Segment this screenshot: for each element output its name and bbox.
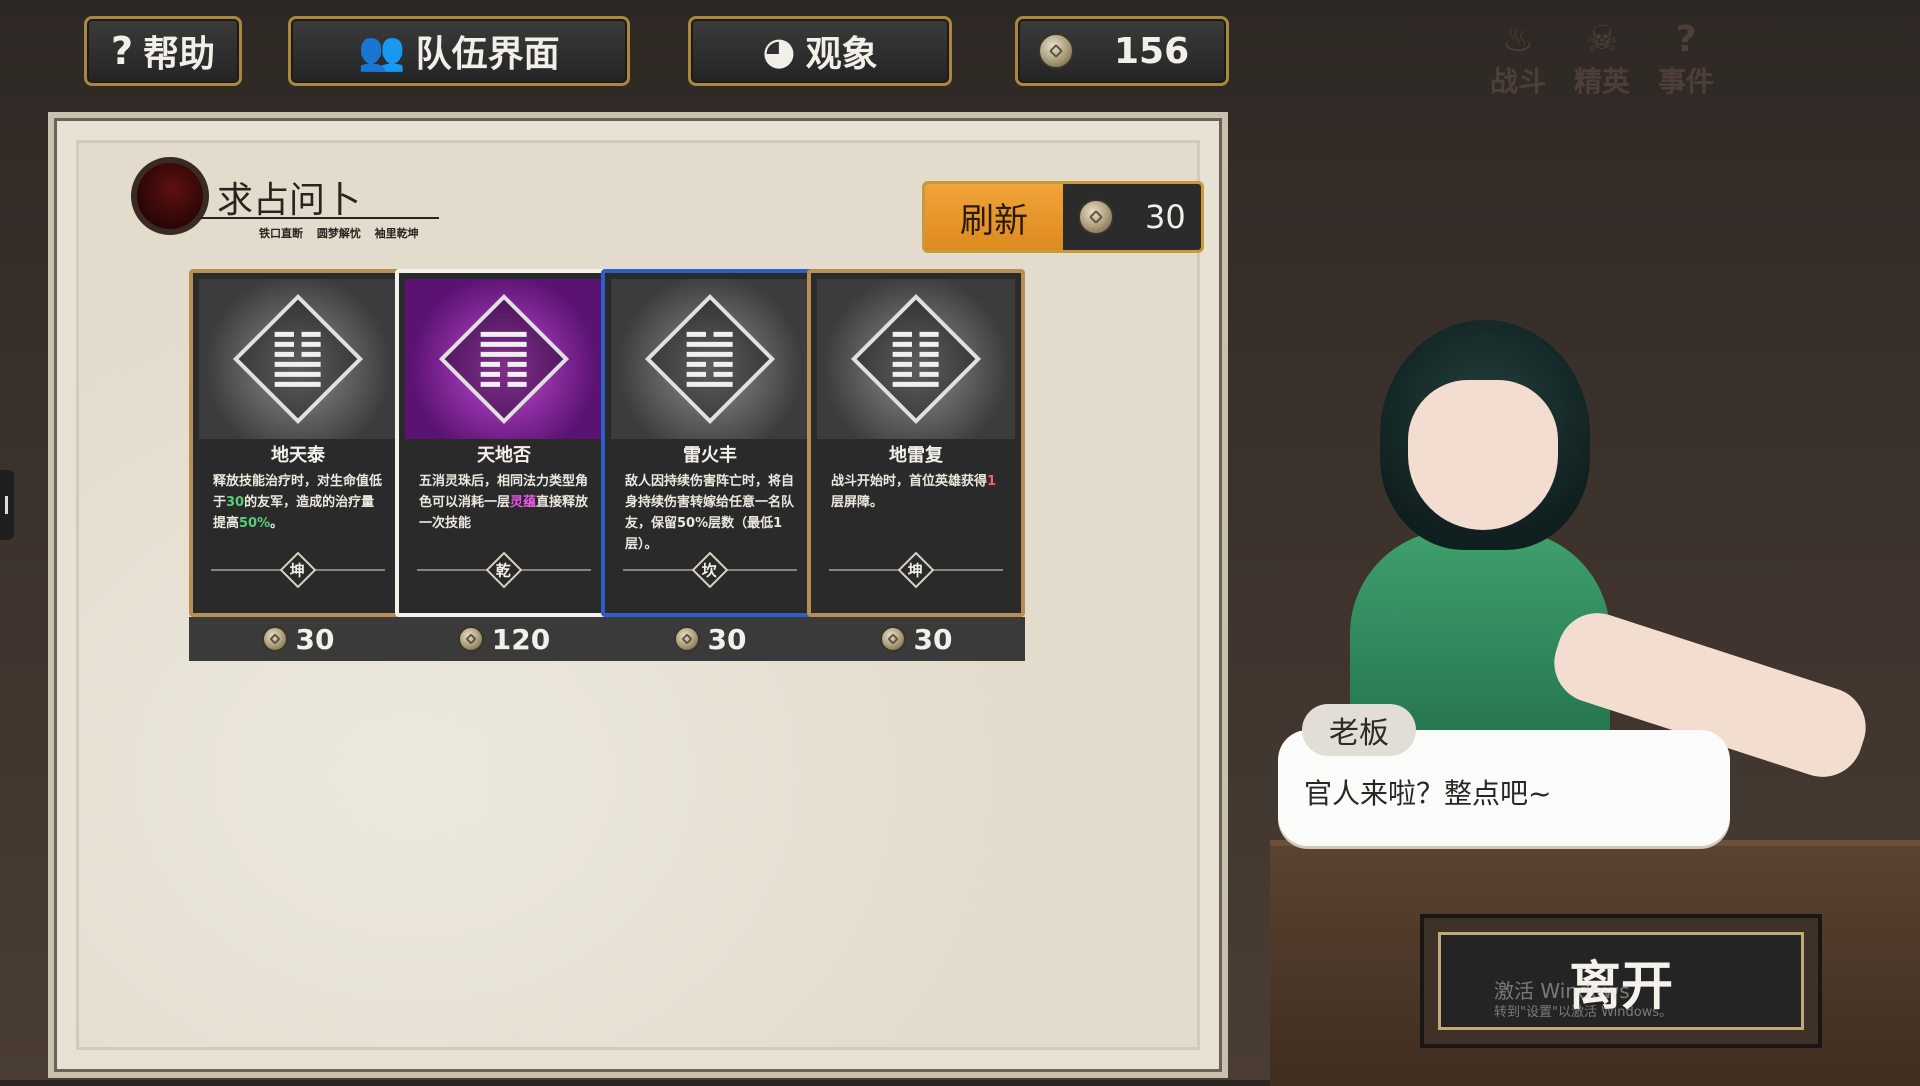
coin-icon [1038,33,1074,69]
card-price: 120 [395,617,613,661]
character-face [1408,380,1558,530]
windows-watermark: 激活 Windows 转到"设置"以激活 Windows。 [1494,979,1673,1020]
event-nav[interactable]: ? 事件 [1658,20,1714,100]
team-button[interactable]: 👥 队伍界面 [288,16,630,86]
speaker-name: 老板 [1302,704,1416,756]
card-description: 战斗开始时，首位英雄获得1层屏障。 [831,474,997,510]
hexagram-card[interactable]: 地天泰 释放技能治疗时，对生命值低于30的友军，造成的治疗量提高50%。 坤 3… [189,269,407,665]
currency-display: 156 [1015,16,1229,86]
card-frame: 地雷复 战斗开始时，首位英雄获得1层屏障。 坤 [807,269,1025,617]
card-description: 敌人因持续伤害阵亡时，将自身持续伤害转嫁给任意一名队友，保留50%层数（最低1层… [625,474,795,552]
divination-panel: 求占问卜 铁口直断 圆梦解忧 袖里乾坤 刷新 30 地天泰 释放技能治疗时，对生… [48,112,1228,1078]
card-art [817,279,1015,439]
card-frame: 天地否 五消灵珠后，相同法力类型角色可以消耗一层灵蕴直接释放一次技能 乾 [395,269,613,617]
card-description: 释放技能治疗时，对生命值低于30的友军，造成的治疗量提高50%。 [213,474,383,531]
hexagram-card[interactable]: 雷火丰 敌人因持续伤害阵亡时，将自身持续伤害转嫁给任意一名队友，保留50%层数（… [601,269,819,665]
hexagram-emblem-icon [644,293,776,425]
help-button[interactable]: ? 帮助 [84,16,242,86]
battle-nav[interactable]: ♨ 战斗 [1490,20,1546,100]
dialog-bubble: 老板 官人来啦？整点吧~ [1278,704,1730,846]
question-icon: ? [110,29,134,73]
coin-icon [673,626,700,652]
map-nav: ♨ 战斗 ☠ 精英 ? 事件 [1490,20,1714,100]
currency-value: 156 [1114,30,1190,72]
team-icon: 👥 [358,28,406,73]
refresh-cost-value: 30 [1144,198,1186,236]
card-name: 地天泰 [271,445,325,466]
panel-title: 求占问卜 [217,180,362,221]
card-name: 天地否 [477,445,531,466]
card-description: 五消灵珠后，相同法力类型角色可以消耗一层灵蕴直接释放一次技能 [419,474,589,531]
hexagram-card[interactable]: 天地否 五消灵珠后，相同法力类型角色可以消耗一层灵蕴直接释放一次技能 乾 120 [395,269,613,665]
trigram-tag: 坤 [211,551,385,597]
hexagram-card[interactable]: 地雷复 战斗开始时，首位英雄获得1层屏障。 坤 30 [807,269,1025,665]
observe-button[interactable]: ◕ 观象 [688,16,952,86]
panel-header: 求占问卜 铁口直断 圆梦解忧 袖里乾坤 [131,157,451,247]
observe-icon: ◕ [762,29,796,73]
dialog-text: 官人来啦？整点吧~ [1304,777,1552,810]
flame-icon: ♨ [1501,19,1535,60]
card-price: 30 [189,617,407,661]
trigram-tag: 坎 [623,551,797,597]
side-drawer-handle[interactable] [0,470,14,540]
card-frame: 地天泰 释放技能治疗时，对生命值低于30的友军，造成的治疗量提高50%。 坤 [189,269,407,617]
card-price: 30 [807,617,1025,661]
refresh-control[interactable]: 刷新 30 [922,181,1204,253]
card-name: 雷火丰 [683,445,737,466]
card-art [405,279,603,439]
card-name: 地雷复 [889,445,943,466]
coin-icon [879,626,906,652]
card-art [199,279,397,439]
trigram-tag: 乾 [417,551,591,597]
card-frame: 雷火丰 敌人因持续伤害阵亡时，将自身持续伤害转嫁给任意一名队友，保留50%层数（… [601,269,819,617]
hexagram-emblem-icon [850,293,982,425]
card-price: 30 [601,617,819,661]
hexagram-emblem-icon [438,293,570,425]
title-divider [199,217,439,219]
help-label: 帮助 [143,34,216,75]
elite-nav[interactable]: ☠ 精英 [1574,20,1630,100]
coin-icon [1078,199,1115,235]
panel-inner: 求占问卜 铁口直断 圆梦解忧 袖里乾坤 刷新 30 地天泰 释放技能治疗时，对生… [76,140,1204,1050]
refresh-button[interactable]: 刷新 [925,184,1063,250]
coin-icon [457,626,484,652]
observe-label: 观象 [805,34,878,75]
coin-icon [261,626,288,652]
demon-icon: ☠ [1585,19,1619,60]
hexagram-emblem-icon [232,293,364,425]
panel-subtitle: 铁口直断 圆梦解忧 袖里乾坤 [259,227,419,240]
seal-icon [131,157,209,235]
card-art [611,279,809,439]
team-label: 队伍界面 [415,34,560,75]
refresh-cost: 30 [1063,184,1201,250]
trigram-tag: 坤 [829,551,1003,597]
question-icon: ? [1675,19,1697,60]
